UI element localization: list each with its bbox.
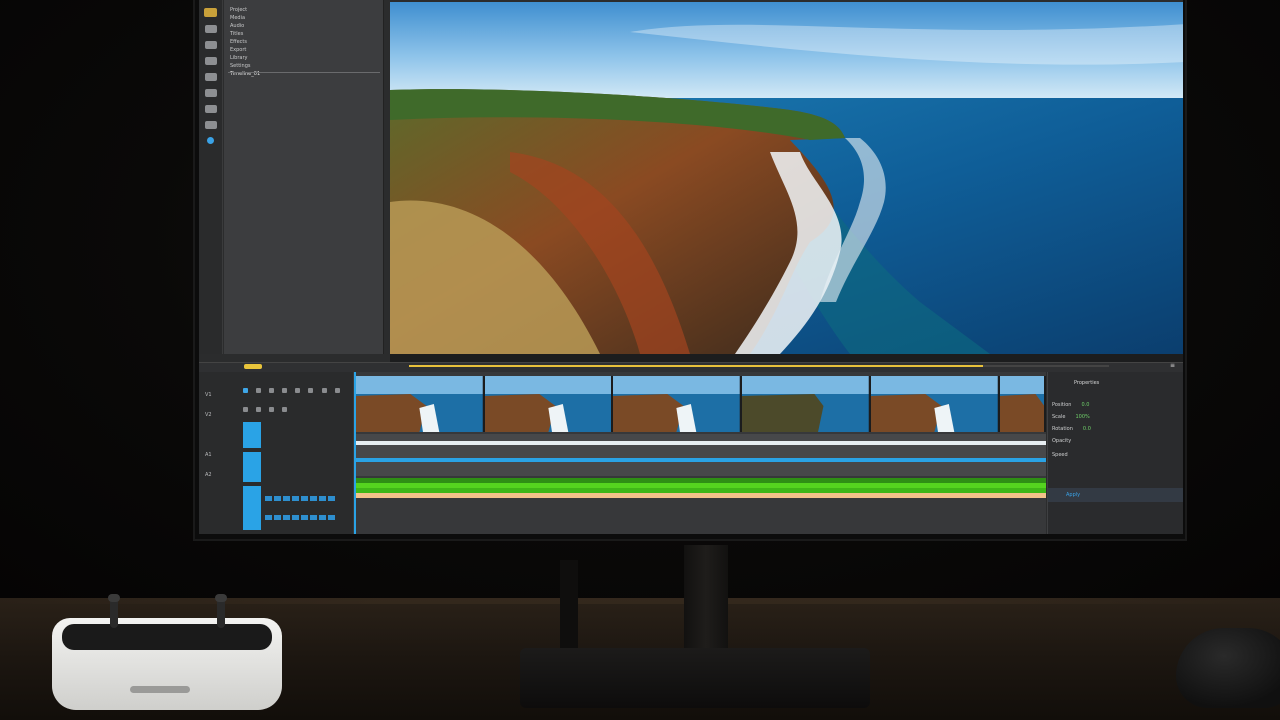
text-icon[interactable] <box>204 57 217 65</box>
monitor: Project Media Audio Titles Effects Expor… <box>193 0 1187 541</box>
mini-clip[interactable] <box>243 422 261 448</box>
game-controller <box>52 594 282 710</box>
property-label: Speed <box>1052 452 1068 458</box>
property-row[interactable]: Rotation 0.0 <box>1052 426 1091 432</box>
snap-icon[interactable] <box>308 388 314 393</box>
video-clip-thumbnail[interactable] <box>742 376 871 432</box>
media-item[interactable]: Effects <box>230 38 383 46</box>
mini-clip[interactable] <box>243 486 261 530</box>
monitor-stand-base <box>520 648 870 708</box>
link-icon[interactable] <box>321 388 327 393</box>
coastline-frame <box>390 2 1183 354</box>
right-joystick <box>215 594 227 628</box>
video-clip-thumbnail[interactable] <box>870 376 1000 432</box>
timeline-toolbar <box>199 362 1183 372</box>
title-track[interactable] <box>356 441 1046 445</box>
settings-icon[interactable] <box>282 407 288 412</box>
folder-icon[interactable] <box>204 8 217 17</box>
export-icon[interactable] <box>204 89 217 97</box>
transport-bar <box>390 354 1183 369</box>
media-item[interactable]: Export <box>230 46 383 54</box>
marker-icon[interactable] <box>334 388 340 393</box>
track-label: V2 <box>205 412 212 418</box>
video-clip-thumbnail[interactable] <box>484 376 614 432</box>
monitor-stand-rear <box>560 560 578 650</box>
track-headers: V1 V2 A1 A2 <box>199 372 354 534</box>
panel-divider <box>228 72 380 73</box>
property-row[interactable]: Speed <box>1052 452 1078 458</box>
tool-sidebar <box>199 0 223 354</box>
mouse <box>1176 628 1280 708</box>
controller-top <box>62 624 272 650</box>
timeline-tracks <box>356 372 1046 534</box>
monitor-stand <box>684 545 728 655</box>
apply-bar[interactable]: Apply <box>1048 488 1183 502</box>
clip-grid <box>265 488 351 534</box>
razor-tool-icon[interactable] <box>256 388 262 393</box>
hand-tool-icon[interactable] <box>282 388 288 393</box>
track-label: V1 <box>205 392 212 398</box>
media-panel: Project Media Audio Titles Effects Expor… <box>224 0 384 354</box>
settings-icon[interactable] <box>204 121 217 129</box>
media-item[interactable]: Project <box>230 6 383 14</box>
video-preview[interactable] <box>390 2 1183 354</box>
track-label: A1 <box>205 452 212 458</box>
property-value[interactable]: 100% <box>1075 414 1089 420</box>
media-item[interactable]: Library <box>230 54 383 62</box>
timeline-scrubber[interactable] <box>409 365 1109 367</box>
select-icon[interactable] <box>207 137 214 144</box>
undo-icon[interactable] <box>256 407 262 412</box>
effects-icon[interactable] <box>204 73 217 81</box>
mini-clip[interactable] <box>243 452 261 482</box>
zoom-tool-icon[interactable] <box>295 388 301 393</box>
redo-icon[interactable] <box>269 407 275 412</box>
media-item[interactable]: Media <box>230 14 383 22</box>
ripple-icon[interactable] <box>243 407 248 412</box>
video-clip-thumbnail[interactable] <box>356 376 485 432</box>
slip-tool-icon[interactable] <box>269 388 275 393</box>
video-clip-thumbnail[interactable] <box>613 376 743 432</box>
desk-edge <box>0 598 1280 604</box>
property-row[interactable]: Scale 100% <box>1052 414 1090 420</box>
media-item[interactable]: Settings <box>230 62 383 70</box>
video-clip-thumbnail[interactable] <box>999 376 1046 432</box>
property-label: Position <box>1052 402 1072 408</box>
timeline-tools <box>243 378 353 416</box>
media-item[interactable]: Audio <box>230 22 383 30</box>
property-label: Opacity <box>1052 438 1072 444</box>
properties-panel: Properties Position 0.0 Scale 100% Rotatio… <box>1047 372 1183 534</box>
media-list: Project Media Audio Titles Effects Expor… <box>224 0 383 78</box>
timeline-menu-icon[interactable]: ≡ <box>1170 362 1175 369</box>
media-item[interactable]: Titles <box>230 30 383 38</box>
audio-track[interactable] <box>356 478 1046 500</box>
property-value[interactable]: 0.0 <box>1083 426 1091 432</box>
video-editor-window: Project Media Audio Titles Effects Expor… <box>199 0 1183 534</box>
track-label: A2 <box>205 472 212 478</box>
left-joystick <box>108 594 120 628</box>
overlay-track[interactable] <box>356 458 1046 462</box>
video-track <box>356 376 1046 432</box>
audio-icon[interactable] <box>204 41 217 49</box>
properties-title: Properties <box>1074 380 1100 386</box>
property-label: Rotation <box>1052 426 1073 432</box>
property-value[interactable]: 0.0 <box>1081 402 1089 408</box>
property-row[interactable]: Opacity <box>1052 438 1081 444</box>
select-tool-icon[interactable] <box>243 388 248 393</box>
music-track <box>356 493 1046 498</box>
in-point-handle[interactable] <box>244 364 262 369</box>
controller-slot <box>130 686 190 693</box>
property-row[interactable]: Position 0.0 <box>1052 402 1089 408</box>
film-icon[interactable] <box>204 25 217 33</box>
property-label: Scale <box>1052 414 1066 420</box>
scrubber-fill <box>409 365 983 367</box>
apply-button[interactable]: Apply <box>1066 492 1080 498</box>
library-icon[interactable] <box>204 105 217 113</box>
playhead[interactable] <box>354 372 356 534</box>
